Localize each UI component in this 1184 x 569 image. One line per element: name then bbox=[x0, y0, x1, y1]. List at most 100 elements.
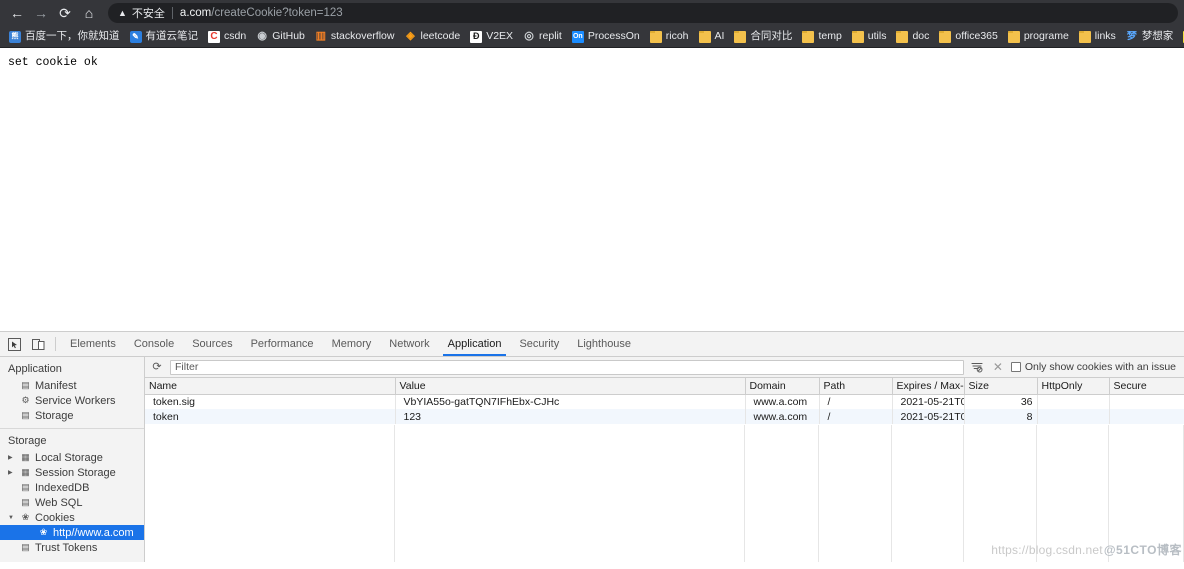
bookmark-label: programe bbox=[1023, 30, 1069, 43]
bookmark-item[interactable]: ▥ stackoverflow bbox=[310, 28, 400, 46]
cell-path[interactable]: / bbox=[819, 394, 893, 409]
cell-name[interactable]: token bbox=[145, 409, 396, 424]
cell-size[interactable]: 8 bbox=[964, 409, 1038, 424]
bookmark-item[interactable]: utils bbox=[847, 28, 892, 46]
back-icon[interactable]: ← bbox=[6, 2, 28, 24]
column-header-size[interactable]: Size bbox=[964, 378, 1038, 395]
sidebar-item-label: Service Workers bbox=[35, 394, 116, 407]
tab-network[interactable]: Network bbox=[380, 332, 438, 356]
chevron-down-icon[interactable]: ▼ bbox=[8, 515, 16, 521]
sidebar-item-trust-tokens[interactable]: ▤ Trust Tokens bbox=[0, 540, 144, 555]
column-header-expires[interactable]: Expires / Max-... bbox=[892, 378, 965, 395]
cell-secure[interactable] bbox=[1109, 394, 1184, 409]
bookmark-item[interactable]: 熊百度一下，你就知道 bbox=[4, 28, 125, 46]
sidebar-item-label: Manifest bbox=[35, 379, 77, 392]
table-row[interactable]: token123www.a.com/2021-05-21T0...8 bbox=[145, 409, 1184, 424]
bookmark-item[interactable]: On ProcessOn bbox=[567, 28, 645, 46]
bookmark-item[interactable]: 梦梦想家 bbox=[1121, 28, 1179, 46]
address-bar[interactable]: ▲ 不安全 a.com/createCookie?token=123 bbox=[108, 3, 1178, 23]
only-issues-checkbox-row[interactable]: Only show cookies with an issue bbox=[1010, 361, 1180, 373]
home-icon[interactable]: ⌂ bbox=[78, 2, 100, 24]
sidebar-item-web-sql[interactable]: ▤ Web SQL bbox=[0, 495, 144, 510]
tab-memory[interactable]: Memory bbox=[323, 332, 381, 356]
clear-all-cookies-icon[interactable]: ✕ bbox=[990, 359, 1006, 375]
cell-expires[interactable]: 2021-05-21T0... bbox=[892, 409, 965, 424]
cookies-table: NameValueDomainPathExpires / Max-...Size… bbox=[145, 378, 1184, 424]
bookmark-item[interactable]: ricoh bbox=[645, 28, 694, 46]
cookie-icon: ❀ bbox=[21, 512, 30, 522]
refresh-icon[interactable]: ⟳ bbox=[149, 359, 165, 375]
filter-input[interactable]: Filter bbox=[170, 359, 964, 375]
bookmark-label: temp bbox=[818, 30, 842, 43]
cell-value[interactable]: VbYIA55o-gatTQN7IFhEbx-CJHc bbox=[395, 394, 746, 409]
bookmark-item[interactable]: Ccsdn bbox=[203, 28, 251, 46]
bookmark-label: csdn bbox=[224, 30, 247, 43]
chevron-right-icon[interactable]: ▶ bbox=[8, 455, 16, 461]
only-issues-checkbox[interactable] bbox=[1010, 362, 1021, 372]
bookmark-item[interactable]: ◉ GitHub bbox=[251, 28, 310, 46]
bookmark-item[interactable]: 合同对比 bbox=[729, 28, 797, 46]
column-header-domain[interactable]: Domain bbox=[745, 378, 820, 395]
cell-secure[interactable] bbox=[1109, 409, 1184, 424]
cookie-icon: ❀ bbox=[39, 527, 48, 537]
tab-lighthouse[interactable]: Lighthouse bbox=[568, 332, 640, 356]
cookies-table-container: NameValueDomainPathExpires / Max-...Size… bbox=[145, 378, 1184, 562]
cell-expires[interactable]: 2021-05-21T0... bbox=[892, 394, 965, 409]
bookmark-item[interactable]: programe bbox=[1003, 28, 1074, 46]
inspect-element-icon[interactable] bbox=[2, 332, 26, 356]
sidebar-item-session-storage[interactable]: ▶ ▦ Session Storage bbox=[0, 465, 144, 480]
chevron-right-icon[interactable]: ▶ bbox=[8, 470, 16, 476]
stackoverflow-icon: ▥ bbox=[314, 30, 327, 43]
clear-filtered-icon[interactable] bbox=[969, 359, 985, 375]
tab-performance[interactable]: Performance bbox=[242, 332, 323, 356]
cell-size[interactable]: 36 bbox=[964, 394, 1038, 409]
sidebar-item-storage[interactable]: ▤ Storage bbox=[0, 408, 144, 423]
cell-value[interactable]: 123 bbox=[395, 409, 746, 424]
column-header-httponly[interactable]: HttpOnly bbox=[1037, 378, 1110, 395]
bookmark-label: 梦想家 bbox=[1141, 30, 1174, 43]
tab-console[interactable]: Console bbox=[125, 332, 183, 356]
bookmark-item[interactable]: AI bbox=[694, 28, 730, 46]
sidebar-item-indexeddb[interactable]: ▤ IndexedDB bbox=[0, 480, 144, 495]
sidebar-item-service-workers[interactable]: ⚙ Service Workers bbox=[0, 393, 144, 408]
database-icon: ▤ bbox=[21, 482, 30, 492]
bookmark-item[interactable]: ✎ 有道云笔记 bbox=[125, 28, 204, 46]
tab-security[interactable]: Security bbox=[510, 332, 568, 356]
reload-icon[interactable]: ⟳ bbox=[54, 2, 76, 24]
cell-httponly[interactable] bbox=[1037, 394, 1110, 409]
forward-icon[interactable]: → bbox=[30, 2, 52, 24]
sidebar-item-cookies[interactable]: ▼ ❀ Cookies bbox=[0, 510, 144, 525]
sidebar-item-http-www-a-com[interactable]: ❀ http//www.a.com bbox=[0, 525, 144, 540]
cell-domain[interactable]: www.a.com bbox=[745, 409, 820, 424]
bookmark-item[interactable]: doc bbox=[891, 28, 934, 46]
column-header-path[interactable]: Path bbox=[819, 378, 893, 395]
device-toolbar-icon[interactable] bbox=[26, 332, 50, 356]
folder-icon bbox=[896, 30, 909, 43]
table-row[interactable]: token.sig VbYIA55o-gatTQN7IFhEbx-CJHc www.… bbox=[145, 394, 1184, 409]
bookmark-item[interactable]: ES bbox=[1178, 28, 1184, 46]
bookmark-item[interactable]: links bbox=[1074, 28, 1121, 46]
sidebar-divider bbox=[0, 428, 144, 429]
tab-application[interactable]: Application bbox=[439, 332, 511, 356]
bookmark-item[interactable]: ◈ leetcode bbox=[399, 28, 465, 46]
column-header-name[interactable]: Name bbox=[145, 378, 396, 395]
bookmark-item[interactable]: office365 bbox=[934, 28, 1002, 46]
csdn-icon: C bbox=[208, 30, 220, 43]
devtools-panel: Elements Console Sources Performance Memory N… bbox=[0, 331, 1184, 562]
sidebar-item-label: Cookies bbox=[35, 511, 75, 524]
column-header-secure[interactable]: Secure bbox=[1109, 378, 1184, 395]
tab-sources[interactable]: Sources bbox=[183, 332, 241, 356]
sidebar-item-manifest[interactable]: ▤ Manifest bbox=[0, 378, 144, 393]
sidebar-item-label: Trust Tokens bbox=[35, 541, 98, 554]
folder-icon bbox=[1078, 30, 1091, 43]
bookmark-item[interactable]: ◎ replit bbox=[518, 28, 567, 46]
cell-httponly[interactable] bbox=[1037, 409, 1110, 424]
cell-domain[interactable]: www.a.com bbox=[745, 394, 820, 409]
tab-elements[interactable]: Elements bbox=[61, 332, 125, 356]
column-header-value[interactable]: Value bbox=[395, 378, 746, 395]
cell-path[interactable]: / bbox=[819, 409, 893, 424]
bookmark-item[interactable]: temp bbox=[797, 28, 846, 46]
bookmark-item[interactable]: Ð V2EX bbox=[465, 28, 518, 46]
sidebar-item-local-storage[interactable]: ▶ ▦ Local Storage bbox=[0, 450, 144, 465]
cell-name[interactable]: token.sig bbox=[145, 394, 396, 409]
